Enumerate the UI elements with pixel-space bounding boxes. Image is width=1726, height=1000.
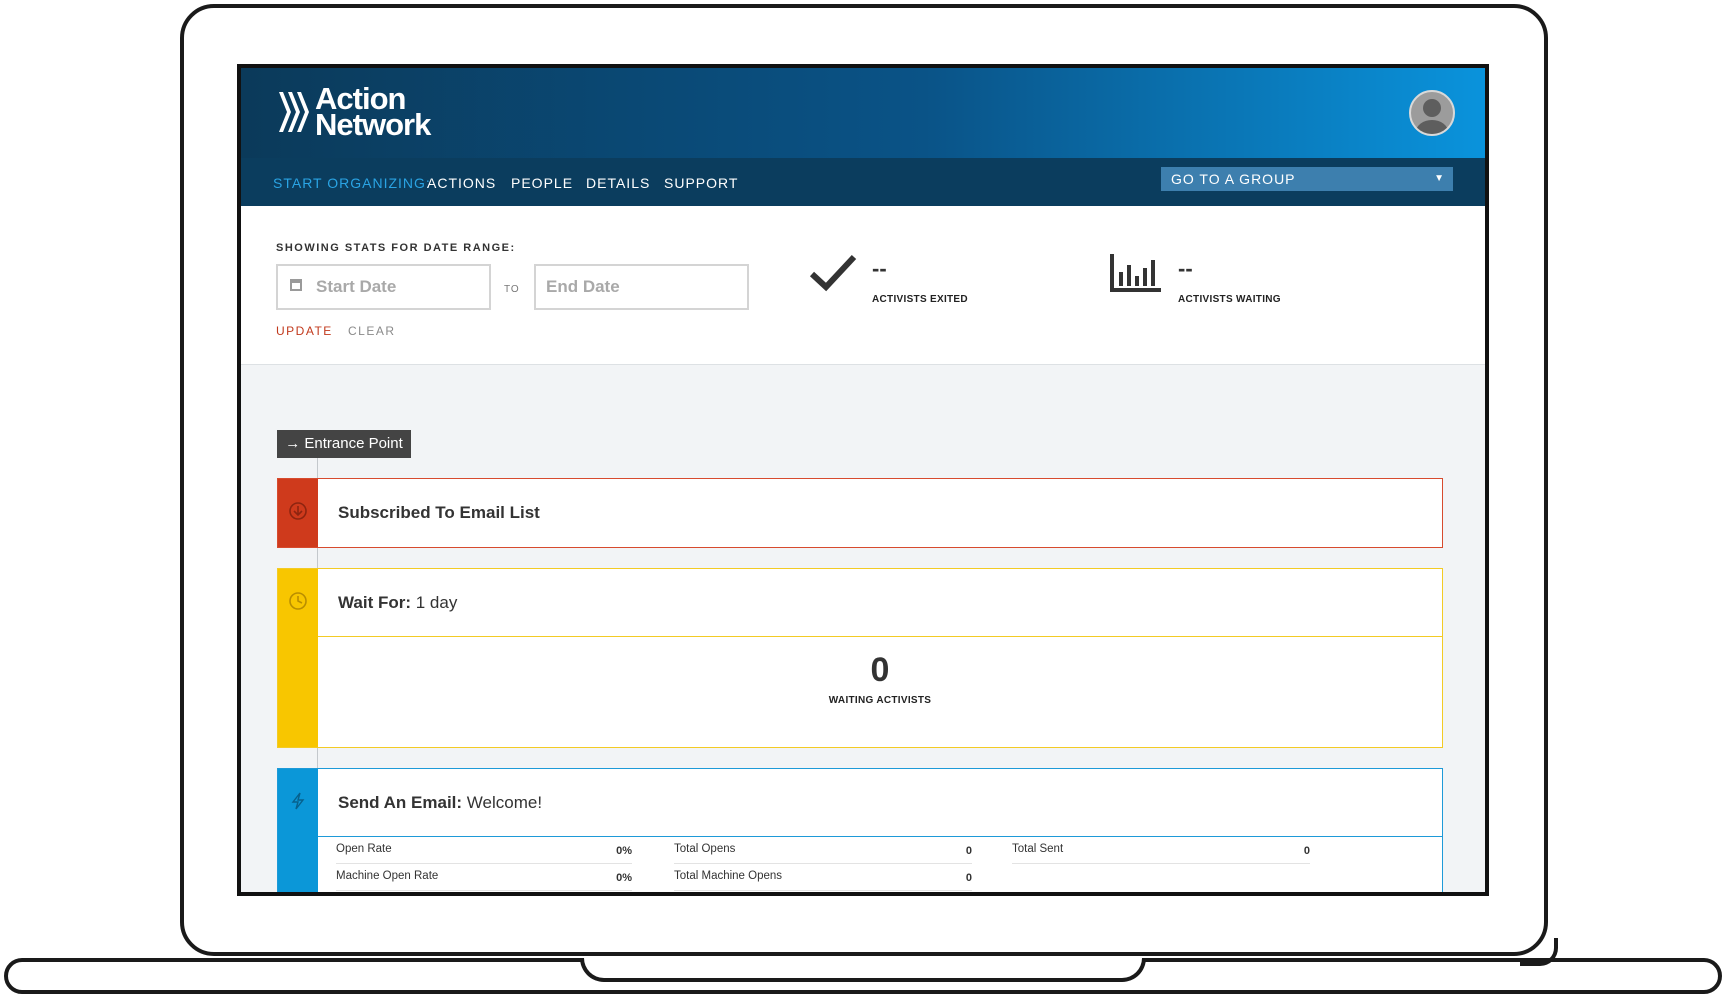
go-to-group-select[interactable]: GO TO A GROUP ▼ (1161, 167, 1453, 191)
waiting-count-label: WAITING ACTIVISTS (828, 695, 932, 706)
waiting-count: 0 (870, 651, 890, 689)
step-subscribed[interactable]: Subscribed To Email List (277, 478, 1443, 548)
activists-exited-label: ACTIVISTS EXITED (872, 294, 968, 305)
nav-people[interactable]: PEOPLE (511, 175, 573, 191)
entrance-point-badge: → Entrance Point (277, 430, 411, 458)
logo-line2: Network (315, 107, 431, 142)
step-color-bar (278, 769, 318, 892)
step-wait[interactable]: Wait For: 1 day 0 WAITING ACTIVISTS (277, 568, 1443, 748)
start-date-input[interactable]: Start Date (276, 264, 491, 310)
metric-value: 0 (1303, 845, 1310, 857)
bar-chart-icon (1110, 254, 1161, 292)
start-date-placeholder: Start Date (316, 277, 397, 296)
stats-panel: SHOWING STATS FOR DATE RANGE: Start Date… (241, 206, 1485, 365)
step-title-bold: Subscribed To Email List (338, 503, 540, 522)
metric-total-sent: Total Sent 0 (1012, 837, 1310, 864)
metric-total-opens: Total Opens 0 (674, 837, 972, 864)
logo-mark-icon (279, 92, 309, 132)
metric-open-rate: Open Rate 0% (336, 837, 632, 864)
activists-waiting-label: ACTIVISTS WAITING (1178, 294, 1281, 305)
step-title-rest: 1 day (411, 593, 458, 612)
metric-value: 0% (616, 845, 632, 857)
metric-label: Total Machine Opens (674, 870, 783, 882)
nav-support[interactable]: SUPPORT (664, 175, 738, 191)
step-color-bar (278, 479, 318, 547)
metric-machine-open-rate: Machine Open Rate 0% (336, 864, 632, 891)
metric-total-machine-opens: Total Machine Opens 0 (674, 864, 972, 891)
step-header: Wait For: 1 day (318, 569, 1442, 637)
lightning-icon (291, 792, 305, 810)
end-date-placeholder: End Date (546, 277, 620, 296)
metric-label: Open Rate (336, 843, 392, 855)
end-date-input[interactable]: End Date (534, 264, 749, 310)
laptop-notch (580, 958, 1146, 982)
step-header: Send An Email: Welcome! (318, 769, 1442, 837)
laptop-screen: Action Network START ORGANIZING: ACTIONS… (237, 64, 1489, 896)
step-send-email[interactable]: Send An Email: Welcome! Open Rate 0% Tot… (277, 768, 1443, 892)
step-title: Send An Email: Welcome! (338, 793, 542, 813)
entrance-point-label: Entrance Point (304, 435, 403, 452)
calendar-icon (290, 279, 302, 291)
group-select-label: GO TO A GROUP (1171, 171, 1296, 187)
nav-start-organizing[interactable]: START ORGANIZING: (273, 175, 431, 191)
activists-waiting-value: -- (1178, 256, 1193, 281)
activists-exited-value: -- (872, 256, 887, 281)
step-title: Subscribed To Email List (338, 503, 540, 523)
metric-value: 0 (965, 872, 972, 884)
metric-label: Total Sent (1012, 843, 1064, 855)
main-nav: START ORGANIZING: ACTIONS PEOPLE DETAILS… (241, 158, 1485, 206)
nav-details[interactable]: DETAILS (586, 175, 650, 191)
metric-label: Machine Open Rate (336, 870, 439, 882)
metric-value: 0 (965, 845, 972, 857)
step-title: Wait For: 1 day (338, 593, 457, 613)
avatar[interactable] (1409, 90, 1455, 136)
nav-actions[interactable]: ACTIONS (427, 175, 496, 191)
logo-text: Action Network (315, 83, 431, 142)
caret-down-icon: ▼ (1434, 173, 1445, 184)
app-header: Action Network (241, 68, 1485, 158)
step-title-bold: Send An Email: (338, 793, 463, 812)
user-silhouette-icon (1416, 99, 1448, 134)
clock-icon (289, 592, 307, 610)
step-title-rest: Welcome! (462, 793, 543, 812)
step-color-bar (278, 569, 318, 747)
step-header: Subscribed To Email List (318, 479, 1442, 547)
to-label: TO (504, 284, 520, 295)
date-range-label: SHOWING STATS FOR DATE RANGE: (276, 242, 516, 254)
metric-label: Total Opens (674, 843, 736, 855)
step-title-bold: Wait For: (338, 593, 412, 612)
metric-value: 0% (616, 872, 632, 884)
checkmark-icon (809, 254, 857, 292)
clear-button[interactable]: CLEAR (348, 324, 396, 338)
arrow-down-circle-icon (289, 502, 307, 520)
update-button[interactable]: UPDATE (276, 324, 333, 338)
action-network-logo[interactable]: Action Network (277, 83, 431, 142)
